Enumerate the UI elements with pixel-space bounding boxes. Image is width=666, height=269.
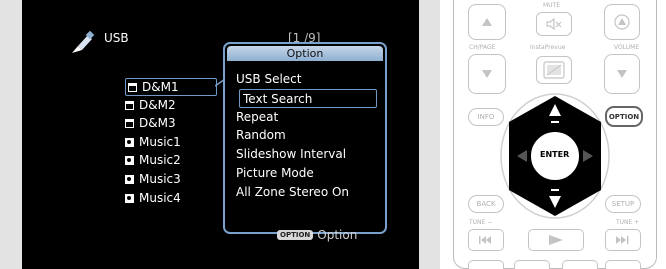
list-item[interactable]: D&M2 xyxy=(125,96,176,114)
play-icon xyxy=(549,235,563,245)
skip-forward-icon xyxy=(616,236,629,244)
list-item[interactable]: Music1 xyxy=(125,133,181,151)
skip-forward-button[interactable] xyxy=(605,229,641,251)
list-item[interactable]: Music4 xyxy=(125,189,181,207)
music-file-icon xyxy=(125,174,134,184)
setup-button[interactable]: SETUP xyxy=(605,195,641,213)
list-item-label: D&M3 xyxy=(139,116,176,130)
option-hint-label: Option xyxy=(317,228,358,242)
list-item-label: Music1 xyxy=(139,135,181,149)
option-slideshow-interval[interactable]: Slideshow Interval xyxy=(236,145,346,164)
list-item[interactable]: Music2 xyxy=(125,151,181,169)
option-dialog: Option USB Select Text Search Repeat Ran… xyxy=(223,42,387,234)
option-text-search[interactable]: Text Search xyxy=(239,89,377,108)
option-hint: OPTION Option xyxy=(277,228,357,242)
option-random[interactable]: Random xyxy=(236,126,286,145)
folder-icon xyxy=(125,118,134,128)
list-item[interactable]: D&M1 xyxy=(125,78,217,96)
skip-back-button[interactable] xyxy=(468,229,504,251)
mute-caption: MUTE xyxy=(543,2,561,9)
option-all-zone-stereo[interactable]: All Zone Stereo On xyxy=(236,183,349,202)
insta-prevue-button[interactable] xyxy=(536,56,572,84)
list-item-label: D&M2 xyxy=(139,98,176,112)
music-file-icon xyxy=(125,155,134,165)
remote-panel: MUTE CH/PAGE InstaPrevue VOLUME INFO OPT… xyxy=(447,0,666,269)
tv-screen: USB [1 /9] D&M1 D&M2 D&M3 Music1 Music2 … xyxy=(22,0,419,269)
triangle-down-icon xyxy=(482,70,492,78)
folder-icon xyxy=(128,82,137,92)
list-item-label: Music2 xyxy=(139,153,181,167)
option-dialog-title: Option xyxy=(227,46,383,61)
folder-icon xyxy=(125,100,134,110)
bottom-button[interactable] xyxy=(514,260,550,269)
list-item[interactable]: D&M3 xyxy=(125,114,176,132)
option-key-chip: OPTION xyxy=(277,230,314,240)
list-item-label: D&M1 xyxy=(142,80,179,94)
bottom-button[interactable] xyxy=(605,260,641,269)
screen-frame: USB [1 /9] D&M1 D&M2 D&M3 Music1 Music2 … xyxy=(0,0,440,269)
back-button[interactable]: BACK xyxy=(468,195,504,213)
tune-minus-caption: TUNE − xyxy=(469,219,493,226)
volume-down-button[interactable] xyxy=(604,54,640,94)
triangle-up-circle-icon xyxy=(614,14,630,30)
remote-control: MUTE CH/PAGE InstaPrevue VOLUME INFO OPT… xyxy=(453,0,657,269)
list-item-label: Music4 xyxy=(139,191,181,205)
list-item[interactable]: Music3 xyxy=(125,170,181,188)
list-item-label: Music3 xyxy=(139,172,181,186)
triangle-up-icon xyxy=(482,18,492,26)
ch-page-caption: CH/PAGE xyxy=(469,44,496,51)
usb-icon xyxy=(72,31,95,53)
enter-button[interactable]: ENTER xyxy=(540,150,569,159)
bottom-button[interactable] xyxy=(468,260,504,269)
mute-button[interactable] xyxy=(536,12,572,36)
volume-caption: VOLUME xyxy=(614,44,640,51)
play-button[interactable] xyxy=(528,229,584,251)
skip-back-icon xyxy=(479,236,491,244)
ch-page-down-button[interactable] xyxy=(468,54,506,94)
music-file-icon xyxy=(125,137,134,147)
insta-prevue-caption: InstaPrevue xyxy=(530,44,566,51)
music-file-icon xyxy=(125,193,134,203)
option-repeat[interactable]: Repeat xyxy=(236,108,278,127)
bottom-button[interactable] xyxy=(562,260,598,269)
source-label: USB xyxy=(104,31,129,45)
mute-icon xyxy=(546,18,562,30)
ch-page-up-button[interactable] xyxy=(468,4,506,40)
option-usb-select[interactable]: USB Select xyxy=(236,70,301,89)
option-picture-mode[interactable]: Picture Mode xyxy=(236,164,314,183)
tune-plus-caption: TUNE + xyxy=(616,219,640,226)
volume-up-button[interactable] xyxy=(604,4,640,40)
triangle-down-icon xyxy=(617,70,627,78)
insta-prevue-icon xyxy=(543,61,565,79)
